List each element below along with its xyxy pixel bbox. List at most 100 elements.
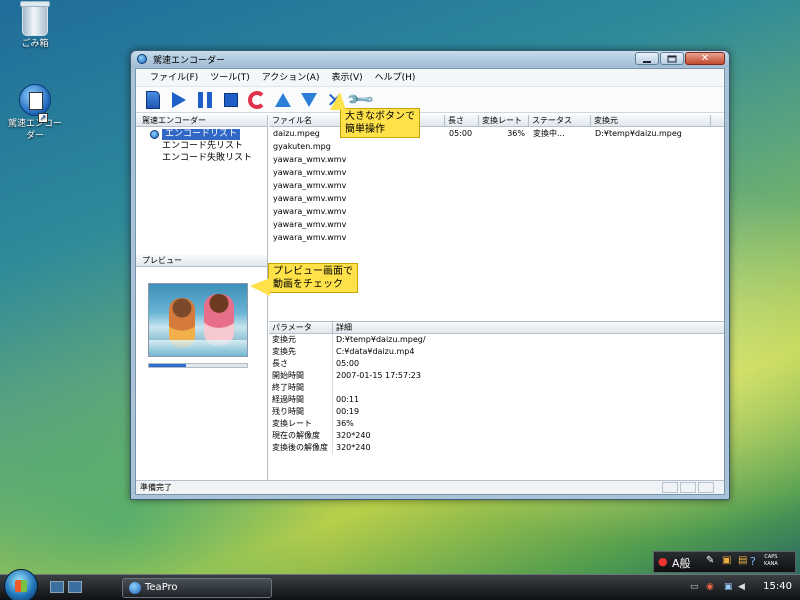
detail-value: 2007-01-15 17:57:23 [336, 371, 421, 380]
tray-alert-icon[interactable]: ◉ [706, 582, 718, 593]
detail-parameter: 現在の解像度 [269, 430, 333, 442]
tree-item-failed-list[interactable]: エンコード失敗リスト [140, 152, 263, 164]
file-list-row[interactable]: yawara_wmv.wmv [269, 218, 724, 231]
detail-value: 320*240 [336, 443, 371, 452]
menu-action[interactable]: アクション(A) [256, 69, 326, 87]
detail-row[interactable]: 終了時間 [269, 382, 724, 394]
file-name-cell: yawara_wmv.wmv [273, 181, 347, 190]
ime-mode[interactable]: A般 [672, 555, 691, 571]
file-list-row[interactable]: yawara_wmv.wmv [269, 231, 724, 244]
detail-parameter: 変換元 [269, 334, 333, 346]
file-name-cell: gyakuten.mpg [273, 142, 331, 151]
column-header-length[interactable]: 長さ [445, 115, 479, 126]
new-button[interactable] [142, 89, 164, 111]
file-list-row[interactable]: yawara_wmv.wmv [269, 192, 724, 205]
move-up-button[interactable] [272, 89, 294, 111]
tree-item-encode-list[interactable]: エンコードリスト [140, 128, 263, 140]
detail-row[interactable]: 開始時間 2007-01-15 17:57:23 [269, 370, 724, 382]
detail-body: 変換元 D:¥temp¥daizu.mpeg/変換先 C:¥data¥daizu.m… [269, 334, 724, 454]
right-pane: ファイル名 長さ 変換レート ステータス 変換元 daizu.mpeg 05:00… [269, 115, 724, 480]
taskbar-app-label: TeaPro [145, 582, 178, 593]
minimize-icon [643, 60, 651, 63]
preview-progress-fill [149, 364, 187, 367]
file-list-header: ファイル名 長さ 変換レート ステータス 変換元 [269, 115, 724, 127]
app-icon [137, 54, 147, 64]
length-cell: 05:00 [449, 129, 473, 138]
detail-row[interactable]: 変換レート 36% [269, 418, 724, 430]
start-button[interactable] [4, 569, 38, 600]
maximize-button[interactable] [660, 52, 684, 65]
title-bar[interactable]: 駕速エンコーダー ✕ [131, 51, 729, 67]
column-header-detail[interactable]: 詳細 [333, 322, 423, 333]
menu-tools[interactable]: ツール(T) [204, 69, 256, 87]
pause-button[interactable] [194, 89, 216, 111]
menu-help[interactable]: ヘルプ(H) [369, 69, 422, 87]
tree-item-destination-list[interactable]: エンコード先リスト [140, 140, 263, 152]
status-bar: 準備完了 [136, 480, 724, 494]
detail-row[interactable]: 変換後の解像度 320*240 [269, 442, 724, 454]
detail-row[interactable]: 長さ 05:00 [269, 358, 724, 370]
ime-pad-icon[interactable]: ▤ [738, 555, 747, 566]
file-list-row[interactable]: yawara_wmv.wmv [269, 153, 724, 166]
file-list-row[interactable]: yawara_wmv.wmv [269, 205, 724, 218]
tray-expand-icon[interactable]: ▭ [690, 582, 702, 593]
callout-preview-pointer [250, 278, 270, 296]
close-button[interactable]: ✕ [685, 52, 725, 65]
window-title: 駕速エンコーダー [153, 55, 226, 66]
stop-button[interactable] [220, 89, 242, 111]
column-header-status[interactable]: ステータス [529, 115, 591, 126]
detail-parameter: 変換レート [269, 418, 333, 430]
refresh-button[interactable] [246, 89, 268, 111]
language-bar: ● A般 ✎ ▣ ▤ ? CAPS KANA [653, 551, 796, 573]
help-icon[interactable]: ? [750, 555, 756, 568]
detail-header: パラメータ 詳細 [269, 322, 724, 334]
left-pane: 駕速エンコーダー エンコードリスト エンコード先リスト エンコード失敗リスト プ… [136, 115, 268, 480]
tree-view: エンコードリスト エンコード先リスト エンコード失敗リスト [136, 127, 267, 165]
detail-row[interactable]: 現在の解像度 320*240 [269, 430, 724, 442]
status-text: 準備完了 [140, 483, 172, 492]
detail-parameter: 変換後の解像度 [269, 442, 333, 454]
file-list-row[interactable]: daizu.mpeg 05:00 36% 変換中... D:¥temp¥daizu.mp… [269, 127, 724, 140]
preview-water [149, 340, 247, 356]
file-name-cell: yawara_wmv.wmv [273, 220, 347, 229]
ime-tools-icon[interactable]: ▣ [722, 555, 731, 566]
toolbar: ✕ 🔧 [136, 84, 724, 114]
desktop-icon-encoder-shortcut[interactable]: ↗ 駕速エンコーダー [0, 84, 70, 142]
pause-icon [198, 91, 212, 108]
detail-row[interactable]: 残り時間 00:19 [269, 406, 724, 418]
show-desktop-icon[interactable] [50, 581, 64, 593]
detail-row[interactable]: 経過時間 00:11 [269, 394, 724, 406]
detail-row[interactable]: 変換元 D:¥temp¥daizu.mpeg/ [269, 334, 724, 346]
network-icon[interactable]: ▣ [724, 582, 736, 593]
file-list-row[interactable]: yawara_wmv.wmv [269, 179, 724, 192]
maximize-icon [667, 55, 677, 62]
volume-icon[interactable]: ◀ [738, 582, 750, 593]
play-button[interactable] [168, 89, 190, 111]
file-list-body: daizu.mpeg 05:00 36% 変換中... D:¥temp¥daizu.mp… [269, 127, 724, 244]
ime-icon[interactable]: ● [658, 555, 668, 568]
menu-file[interactable]: ファイル(F) [144, 69, 204, 87]
move-down-button[interactable] [298, 89, 320, 111]
menu-view[interactable]: 表示(V) [325, 69, 368, 87]
desktop-icon-recycle-bin[interactable]: ごみ箱 [0, 1, 70, 50]
detail-value: C:¥data¥daizu.mp4 [336, 347, 415, 356]
switch-windows-icon[interactable] [68, 581, 82, 593]
stop-icon [224, 92, 238, 107]
taskbar-app-button[interactable]: TeaPro [122, 578, 272, 598]
caps-indicator: CAPS [764, 554, 778, 560]
app-window: 駕速エンコーダー ✕ ファイル(F) ツール(T) アクション(A) 表示(V)… [130, 50, 730, 500]
column-header-source[interactable]: 変換元 [591, 115, 711, 126]
clock[interactable]: 15:40 [763, 581, 792, 592]
file-list-row[interactable]: yawara_wmv.wmv [269, 166, 724, 179]
detail-row[interactable]: 変換先 C:¥data¥daizu.mp4 [269, 346, 724, 358]
file-list-row[interactable]: gyakuten.mpg [269, 140, 724, 153]
minimize-button[interactable] [635, 52, 659, 65]
column-header-rate[interactable]: 変換レート [479, 115, 529, 126]
source-cell: D:¥temp¥daizu.mpeg [595, 129, 682, 138]
ime-dictionary-icon[interactable]: ✎ [706, 555, 714, 566]
new-file-icon [146, 90, 160, 109]
shortcut-arrow-icon: ↗ [38, 113, 48, 123]
detail-value: 320*240 [336, 431, 371, 440]
preview-child-right [204, 294, 234, 346]
column-header-parameter[interactable]: パラメータ [269, 322, 333, 333]
